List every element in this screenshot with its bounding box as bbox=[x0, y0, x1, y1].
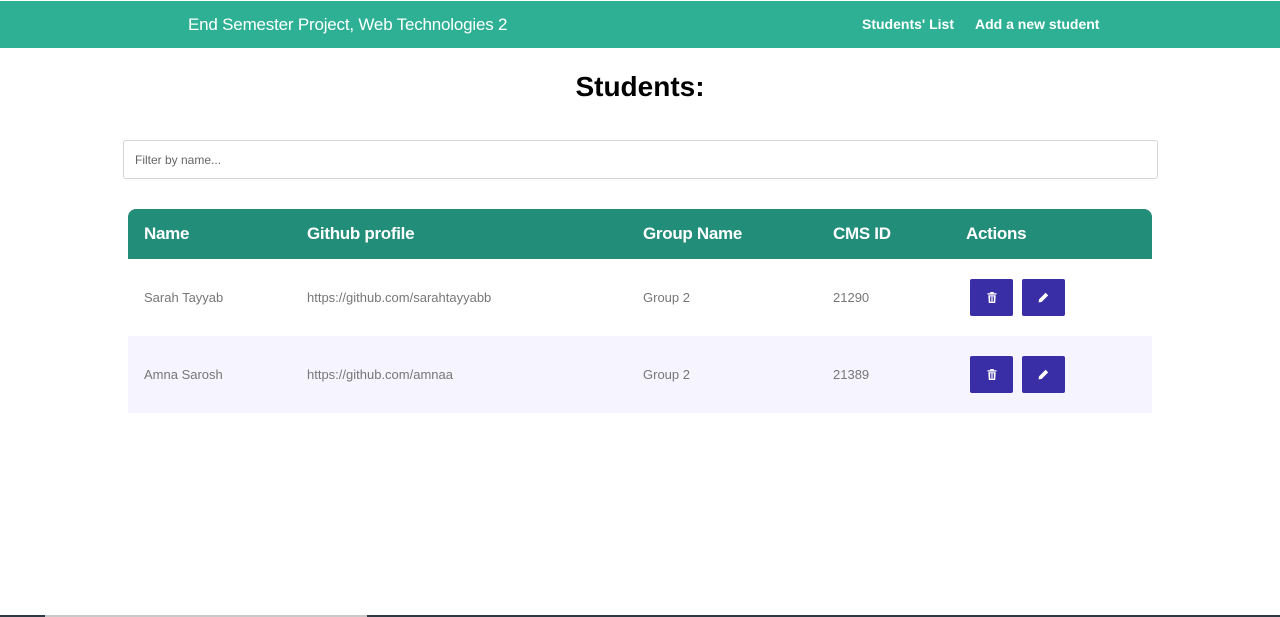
students-table: Name Github profile Group Name CMS ID Ac… bbox=[128, 209, 1152, 413]
nav-students-list[interactable]: Students' List bbox=[862, 1, 954, 48]
cell-github-profile: https://github.com/amnaa bbox=[307, 367, 453, 382]
cell-name: Amna Sarosh bbox=[144, 367, 223, 382]
filter-by-name-input[interactable] bbox=[123, 140, 1158, 179]
navbar: End Semester Project, Web Technologies 2… bbox=[0, 1, 1280, 48]
cell-group-name: Group 2 bbox=[643, 290, 690, 305]
cell-name: Sarah Tayyab bbox=[144, 290, 224, 305]
table-row: Sarah Tayyab https://github.com/sarahtay… bbox=[128, 259, 1152, 336]
delete-button[interactable] bbox=[970, 279, 1013, 316]
header-cms-id: CMS ID bbox=[833, 224, 891, 243]
trash-icon bbox=[987, 369, 996, 380]
edit-button[interactable] bbox=[1022, 279, 1065, 316]
cell-cms-id: 21290 bbox=[833, 290, 870, 305]
nav-add-new-student[interactable]: Add a new student bbox=[975, 1, 1099, 48]
edit-button[interactable] bbox=[1022, 356, 1065, 393]
cell-group-name: Group 2 bbox=[643, 367, 690, 382]
delete-button[interactable] bbox=[970, 356, 1013, 393]
header-group-name: Group Name bbox=[643, 224, 743, 243]
pencil-icon bbox=[1038, 292, 1049, 303]
cell-github-profile: https://github.com/sarahtayyabb bbox=[307, 290, 492, 305]
pencil-icon bbox=[1038, 369, 1049, 380]
brand-title[interactable]: End Semester Project, Web Technologies 2 bbox=[188, 1, 507, 48]
page-title: Students: bbox=[575, 71, 705, 102]
table-header: Name Github profile Group Name CMS ID Ac… bbox=[128, 209, 1152, 259]
trash-icon bbox=[987, 292, 996, 303]
header-actions: Actions bbox=[966, 224, 1027, 243]
table-row: Amna Sarosh https://github.com/amnaa Gro… bbox=[128, 336, 1152, 413]
cell-cms-id: 21389 bbox=[833, 367, 870, 382]
header-name: Name bbox=[144, 224, 190, 243]
header-github-profile: Github profile bbox=[307, 224, 415, 243]
